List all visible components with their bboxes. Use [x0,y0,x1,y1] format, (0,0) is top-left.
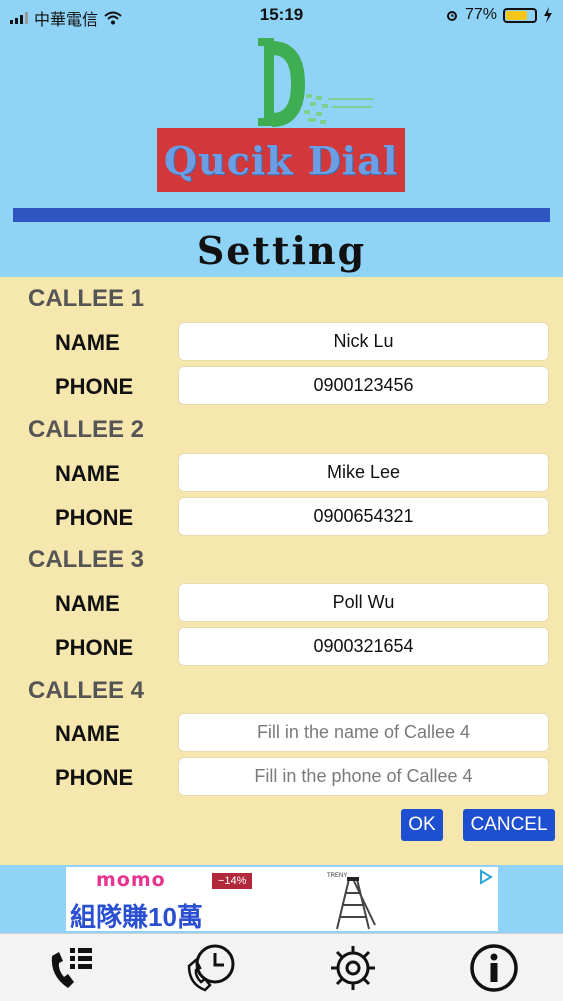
ad-brand: momo [96,869,166,891]
history-icon [187,944,235,992]
callee-3-name-label: NAME [55,591,120,616]
callee-4-phone-label: PHONE [55,765,134,790]
callee-2-name-label: NAME [55,461,120,486]
cancel-button[interactable]: CANCEL [463,809,555,841]
callee-2-name-field[interactable]: Mike Lee [178,453,549,492]
callee-3-heading: CALLEE 3 [28,546,145,573]
gear-icon [331,946,375,990]
ad-discount-badge: −14% [212,873,253,889]
tab-dial[interactable] [42,940,98,996]
adchoices-icon[interactable] [478,869,494,885]
header-area: 中華電信 15:19 77% Qucik Dial Setting [0,0,563,277]
ad-banner[interactable]: momo −14% 組隊賺10萬 TRENY [66,867,498,931]
battery-percent: 77% [464,6,497,23]
alarm-icon [446,11,457,21]
callee-4-name-label: NAME [55,721,120,746]
charging-icon [544,7,552,23]
callee-1-name-field[interactable]: Nick Lu [178,322,549,361]
status-bar: 中華電信 15:19 77% [0,0,563,30]
ladder-image [336,877,376,930]
callee-1-name-label: NAME [55,330,120,355]
battery-icon [503,7,537,23]
callee-2-phone-field[interactable]: 0900654321 [178,497,549,536]
ad-slogan: 組隊賺10萬 [70,902,203,931]
app-logo [250,36,380,131]
callee-1-phone-label: PHONE [55,374,134,399]
logo-text: Qucik Dial [163,137,399,183]
tab-history[interactable] [183,940,239,996]
page-title: Setting [196,228,367,273]
callee-4-name-field[interactable]: Fill in the name of Callee 4 [178,713,549,752]
tab-settings[interactable] [325,940,381,996]
callee-3-phone-field[interactable]: 0900321654 [178,627,549,666]
tab-bar [0,933,563,1001]
ok-button[interactable]: OK [401,809,443,841]
info-icon [470,944,518,992]
logo-banner: Qucik Dial [157,128,405,192]
phone-list-icon [51,948,92,988]
callee-2-heading: CALLEE 2 [28,416,145,443]
callee-3-phone-label: PHONE [55,635,134,660]
callee-1-heading: CALLEE 1 [28,285,145,312]
callee-4-phone-field[interactable]: Fill in the phone of Callee 4 [178,757,549,796]
callee-1-phone-field[interactable]: 0900123456 [178,366,549,405]
callee-4-heading: CALLEE 4 [28,677,145,704]
divider-bar [13,208,550,222]
callee-2-phone-label: PHONE [55,505,134,530]
tab-info[interactable] [466,940,522,996]
callee-3-name-field[interactable]: Poll Wu [178,583,549,622]
